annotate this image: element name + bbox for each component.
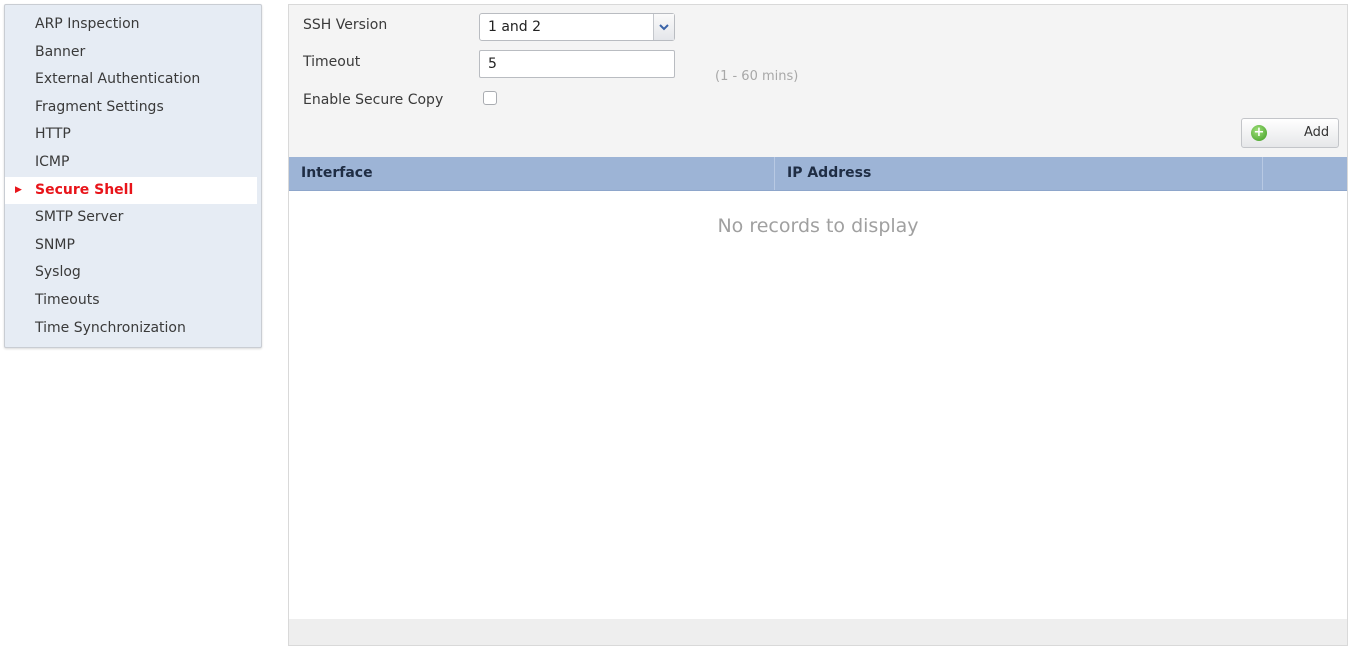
sidebar-item-time-synchronization[interactable]: ▶ Time Synchronization [5, 315, 261, 343]
add-circle-icon: + [1251, 125, 1267, 141]
sidebar-item-fragment-settings[interactable]: ▶ Fragment Settings [5, 94, 261, 122]
empty-table-message: No records to display [717, 215, 919, 237]
sidebar-item-syslog[interactable]: ▶ Syslog [5, 259, 261, 287]
sidebar-item-label: Syslog [35, 264, 81, 281]
ssh-version-select[interactable]: 1 and 2 [479, 13, 675, 41]
triangle-right-icon: ▶ [15, 184, 22, 195]
sidebar-item-label: Secure Shell [35, 181, 134, 198]
secure-copy-label: Enable Secure Copy [303, 92, 444, 108]
sidebar-item-smtp-server[interactable]: ▶ SMTP Server [5, 204, 261, 232]
sidebar-item-arp-inspection[interactable]: ▶ ARP Inspection [5, 11, 261, 39]
column-header-interface[interactable]: Interface [289, 157, 775, 190]
sidebar-item-icmp[interactable]: ▶ ICMP [5, 149, 261, 177]
sidebar-item-label: ARP Inspection [35, 16, 140, 32]
timeout-label: Timeout [303, 54, 361, 70]
add-button-label: Add [1304, 125, 1330, 140]
sidebar-item-secure-shell[interactable]: ▶ Secure Shell [5, 176, 257, 205]
sidebar-item-label: Timeouts [35, 291, 100, 308]
timeout-range-hint: (1 - 60 mins) [715, 69, 799, 84]
sidebar-item-http[interactable]: ▶ HTTP [5, 121, 261, 149]
sidebar-item-label: ICMP [35, 153, 70, 170]
sidebar-item-label: External Authentication [35, 71, 201, 88]
chevron-down-icon[interactable] [653, 14, 674, 40]
sidebar-item-label: HTTP [35, 126, 71, 143]
sidebar-item-timeouts[interactable]: ▶ Timeouts [5, 287, 261, 315]
sidebar-item-label: Fragment Settings [35, 98, 164, 115]
sidebar-item-label: SMTP Server [35, 209, 124, 226]
sidebar-item-banner[interactable]: ▶ Banner [5, 39, 261, 67]
sidebar-nav: ▶ ARP Inspection ▶ Banner ▶ External Aut… [4, 4, 262, 348]
timeout-input[interactable] [479, 50, 675, 78]
table-footer [289, 619, 1347, 645]
table-header: Interface IP Address [289, 157, 1347, 191]
sidebar-item-label: SNMP [35, 236, 75, 253]
ssh-version-label: SSH Version [303, 17, 388, 33]
sidebar-item-snmp[interactable]: ▶ SNMP [5, 232, 261, 260]
column-header-ip-address[interactable]: IP Address [775, 157, 1263, 190]
secure-shell-panel: SSH Version 1 and 2 Timeout (1 - 60 mins… [288, 4, 1348, 646]
ssh-version-value: 1 and 2 [488, 19, 542, 35]
sidebar-item-label: Time Synchronization [35, 319, 186, 336]
interfaces-table: Interface IP Address No records to displ… [289, 157, 1347, 619]
secure-copy-checkbox[interactable] [483, 91, 497, 105]
add-button[interactable]: + Add [1241, 118, 1339, 148]
sidebar-item-external-authentication[interactable]: ▶ External Authentication [5, 66, 261, 94]
sidebar-item-label: Banner [35, 43, 86, 60]
